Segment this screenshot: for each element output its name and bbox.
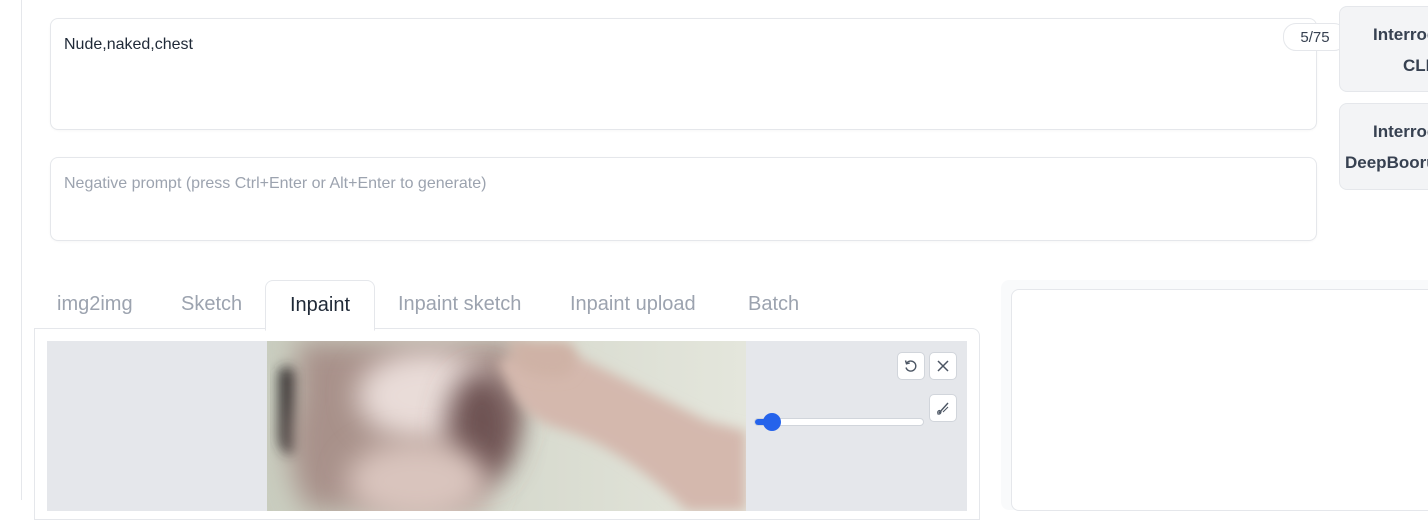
inpaint-image-editor[interactable] <box>47 341 967 511</box>
negative-prompt-placeholder: Negative prompt (press Ctrl+Enter or Alt… <box>64 175 487 192</box>
blurred-photo <box>267 341 746 511</box>
tab-inpaint-upload[interactable]: Inpaint upload <box>570 280 696 329</box>
button-label-line2: DeepBooru <box>1345 153 1428 172</box>
tab-img2img[interactable]: img2img <box>57 280 133 329</box>
page-left-divider <box>21 0 22 500</box>
close-icon <box>937 360 949 372</box>
token-counter-badge: 5/75 <box>1283 23 1347 51</box>
undo-button[interactable] <box>897 352 925 380</box>
interrogate-clip-button[interactable]: Interrogate CLIP <box>1339 6 1428 92</box>
undo-icon <box>904 360 917 372</box>
button-label-line1: Interrogate <box>1373 122 1428 141</box>
clear-button[interactable] <box>929 352 957 380</box>
tab-sketch[interactable]: Sketch <box>181 280 242 329</box>
button-label-line2: CLIP <box>1403 56 1428 75</box>
slider-thumb[interactable] <box>762 413 781 431</box>
prompt-textarea[interactable]: Nude,naked,chest 5/75 <box>50 18 1347 130</box>
tab-batch[interactable]: Batch <box>748 280 799 329</box>
tab-inpaint[interactable]: Inpaint <box>265 280 375 331</box>
output-gallery <box>1011 289 1428 511</box>
brush-tool-button[interactable] <box>929 394 957 422</box>
negative-prompt-textarea[interactable]: Negative prompt (press Ctrl+Enter or Alt… <box>50 157 1317 241</box>
interrogate-deepbooru-button[interactable]: Interrogate DeepBooru <box>1339 103 1428 190</box>
tab-inpaint-sketch[interactable]: Inpaint sketch <box>398 280 521 329</box>
button-label-line1: Interrogate <box>1373 25 1428 44</box>
uploaded-image[interactable] <box>267 341 746 511</box>
prompt-text: Nude,naked,chest <box>64 36 193 53</box>
brush-icon <box>937 402 949 415</box>
brush-size-slider[interactable] <box>754 413 924 431</box>
